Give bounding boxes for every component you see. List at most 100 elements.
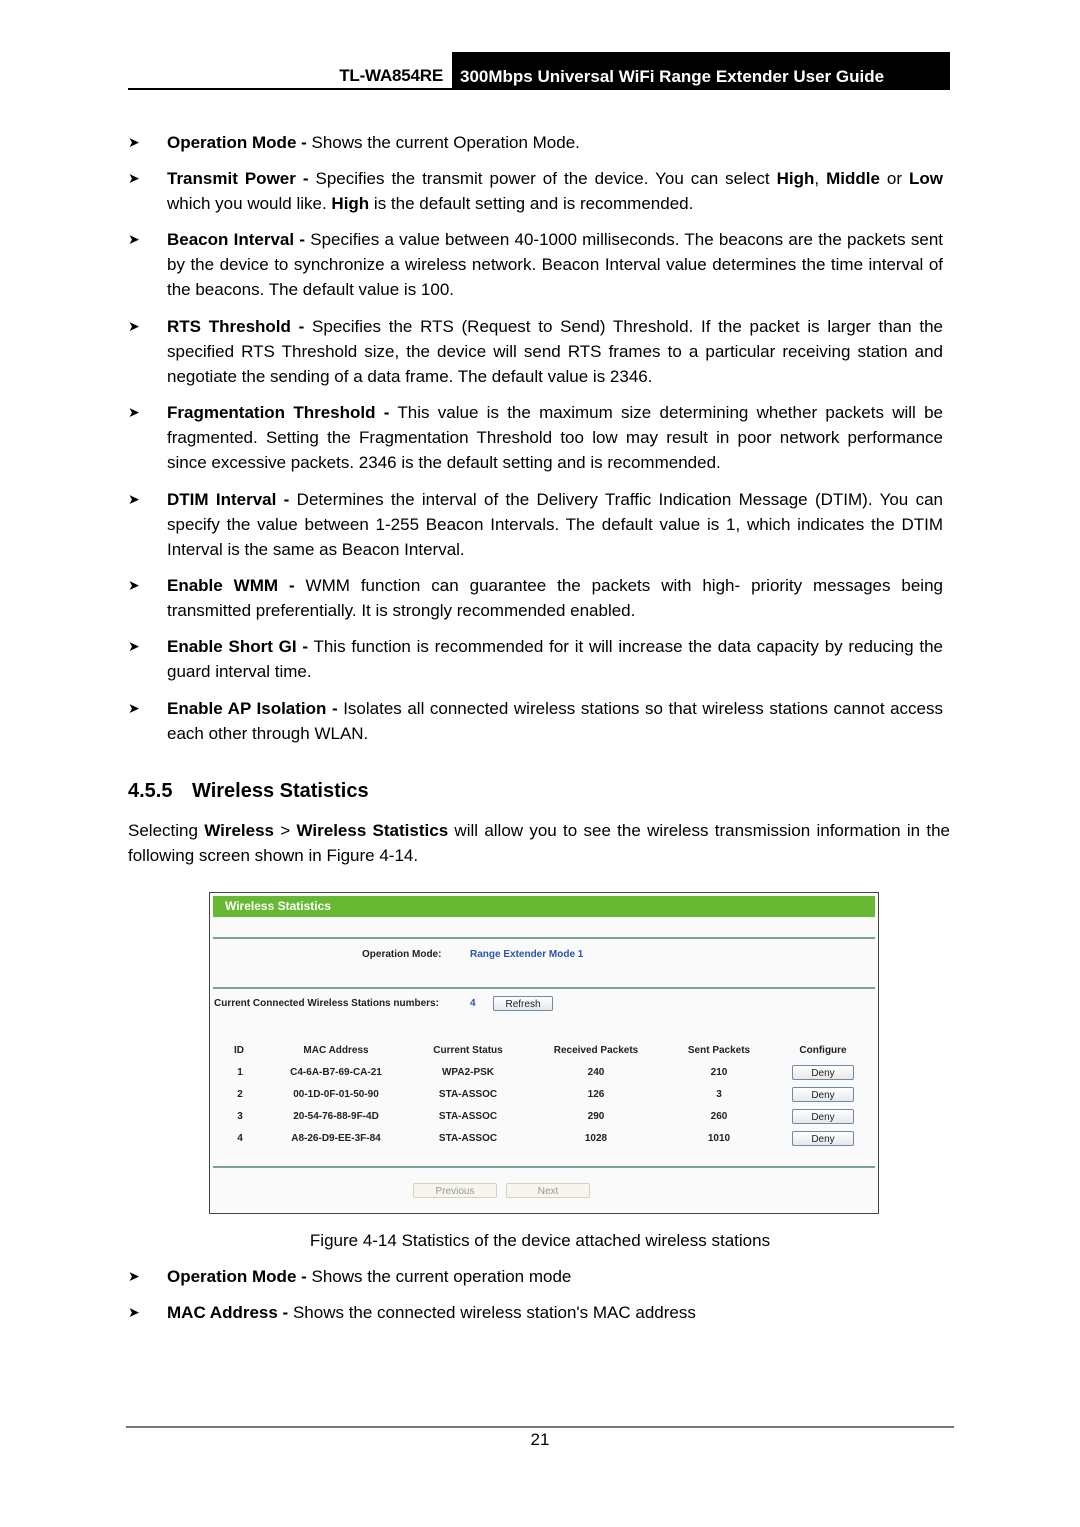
bullet-arrow-icon: ➤ [128, 700, 140, 716]
cell-status: WPA2-PSK [441, 1067, 495, 1078]
cell-received: 126 [587, 1089, 605, 1100]
bullet-text: Shows the connected wireless station's M… [288, 1303, 696, 1322]
bullet-arrow-icon: ➤ [128, 491, 140, 507]
column-header-current-status: Current Status [433, 1045, 503, 1056]
stations-count-label: Current Connected Wireless Stations numb… [214, 998, 439, 1009]
section-title: Wireless Statistics [192, 780, 369, 802]
bullet-dtim-interval: ➤ DTIM Interval - Determines the interva… [128, 487, 943, 562]
product-model: TL-WA854RE [339, 66, 443, 85]
cell-mac: A8-26-D9-EE-3F-84 [291, 1133, 381, 1144]
bullet-transmit-power: ➤ Transmit Power - Specifies the transmi… [128, 166, 943, 216]
guide-title: 300Mbps Universal WiFi Range Extender Us… [452, 52, 950, 90]
bullet-enable-ap-isolation: ➤ Enable AP Isolation - Isolates all con… [128, 696, 943, 746]
divider [213, 987, 875, 989]
bullet-text: or [879, 169, 910, 188]
cell-id: 1 [237, 1067, 243, 1078]
cell-sent: 210 [710, 1067, 728, 1078]
menu-path-wireless: Wireless [204, 821, 274, 840]
deny-button[interactable]: Deny [792, 1109, 854, 1124]
deny-button[interactable]: Deny [792, 1131, 854, 1146]
cell-id: 4 [237, 1133, 243, 1144]
bullet-arrow-icon: ➤ [128, 170, 140, 186]
option-high: High [776, 169, 815, 188]
bullet-arrow-icon: ➤ [128, 318, 140, 334]
bullet-rts-threshold: ➤ RTS Threshold - Specifies the RTS (Req… [128, 314, 943, 389]
cell-mac: C4-6A-B7-69-CA-21 [290, 1067, 382, 1078]
stations-count-value: 4 [470, 998, 476, 1009]
bullet-fragmentation-threshold: ➤ Fragmentation Threshold - This value i… [128, 400, 943, 475]
figure-caption: Figure 4-14 Statistics of the device att… [309, 1231, 771, 1250]
deny-button[interactable]: Deny [792, 1087, 854, 1102]
panel-title-bar: Wireless Statistics [213, 896, 875, 917]
cell-received: 1028 [584, 1133, 608, 1144]
operation-mode-value: Range Extender Mode 1 [470, 949, 584, 960]
bullet-arrow-icon: ➤ [128, 1304, 140, 1320]
divider [213, 1166, 875, 1168]
cell-received: 290 [587, 1111, 605, 1122]
cell-sent: 1010 [707, 1133, 731, 1144]
previous-button[interactable]: Previous [413, 1183, 497, 1198]
cell-status: STA-ASSOC [438, 1111, 498, 1122]
column-header-sent-packets: Sent Packets [687, 1045, 751, 1056]
option-low: Low [909, 169, 944, 188]
bullet-term: Transmit Power - [167, 169, 309, 188]
bullet-term: Operation Mode - [167, 133, 307, 152]
footer-rule [126, 1426, 954, 1428]
bullet-text: is the default setting and is recommende… [369, 194, 694, 213]
bullet-operation-mode-2: ➤ Operation Mode - Shows the current ope… [128, 1264, 943, 1289]
column-header-mac-address: MAC Address [303, 1045, 369, 1056]
bullet-mac-address: ➤ MAC Address - Shows the connected wire… [128, 1300, 943, 1325]
cell-mac: 20-54-76-88-9F-4D [293, 1111, 379, 1122]
bullet-text: , [814, 169, 827, 188]
intro-text: > [274, 821, 297, 840]
bullet-text: which you would like. [167, 194, 332, 213]
bullet-term: DTIM Interval - [167, 490, 290, 509]
option-middle: Middle [826, 169, 880, 188]
bullet-arrow-icon: ➤ [128, 1268, 140, 1284]
bullet-enable-short-gi: ➤ Enable Short GI - This function is rec… [128, 634, 943, 684]
bullet-term: Operation Mode - [167, 1267, 307, 1286]
section-heading: 4.5.5 Wireless Statistics [128, 780, 369, 803]
wireless-statistics-screenshot: Wireless Statistics Operation Mode: Rang… [209, 892, 879, 1214]
bullet-operation-mode: ➤ Operation Mode - Shows the current Ope… [128, 130, 943, 155]
cell-sent: 3 [716, 1089, 722, 1100]
section-intro: Selecting Wireless > Wireless Statistics… [128, 818, 950, 868]
operation-mode-label: Operation Mode: [362, 949, 442, 960]
divider [213, 937, 875, 939]
bullet-term: Enable WMM - [167, 576, 295, 595]
bullet-arrow-icon: ➤ [128, 638, 140, 654]
cell-id: 2 [237, 1089, 243, 1100]
bullet-text: Shows the current operation mode [306, 1267, 572, 1286]
bullet-beacon-interval: ➤ Beacon Interval - Specifies a value be… [128, 227, 943, 302]
bullet-term: Beacon Interval - [167, 230, 306, 249]
column-header-configure: Configure [799, 1045, 847, 1056]
cell-sent: 260 [710, 1111, 728, 1122]
bullet-arrow-icon: ➤ [128, 404, 140, 420]
bullet-term: MAC Address - [167, 1303, 289, 1322]
bullet-term: RTS Threshold - [167, 317, 305, 336]
column-header-id: ID [234, 1045, 244, 1056]
cell-received: 240 [587, 1067, 605, 1078]
bullet-text: Specifies the transmit power of the devi… [308, 169, 777, 188]
menu-path-wireless-statistics: Wireless Statistics [296, 821, 449, 840]
intro-text: Selecting [128, 821, 205, 840]
page-number: 21 [530, 1430, 550, 1449]
page-header: TL-WA854RE 300Mbps Universal WiFi Range … [128, 52, 950, 90]
column-header-received-packets: Received Packets [553, 1045, 639, 1056]
bullet-arrow-icon: ➤ [128, 134, 140, 150]
next-button[interactable]: Next [506, 1183, 590, 1198]
bullet-term: Fragmentation Threshold - [167, 403, 390, 422]
bullet-term: Enable AP Isolation - [167, 699, 338, 718]
cell-status: STA-ASSOC [438, 1133, 498, 1144]
refresh-button[interactable]: Refresh [493, 996, 553, 1011]
cell-id: 3 [237, 1111, 243, 1122]
bullet-arrow-icon: ➤ [128, 577, 140, 593]
option-high: High [331, 194, 370, 213]
bullet-text: Shows the current Operation Mode. [306, 133, 580, 152]
cell-mac: 00-1D-0F-01-50-90 [293, 1089, 379, 1100]
bullet-enable-wmm: ➤ Enable WMM - WMM function can guarante… [128, 573, 943, 623]
bullet-arrow-icon: ➤ [128, 231, 140, 247]
deny-button[interactable]: Deny [792, 1065, 854, 1080]
bullet-term: Enable Short GI - [167, 637, 309, 656]
cell-status: STA-ASSOC [438, 1089, 498, 1100]
